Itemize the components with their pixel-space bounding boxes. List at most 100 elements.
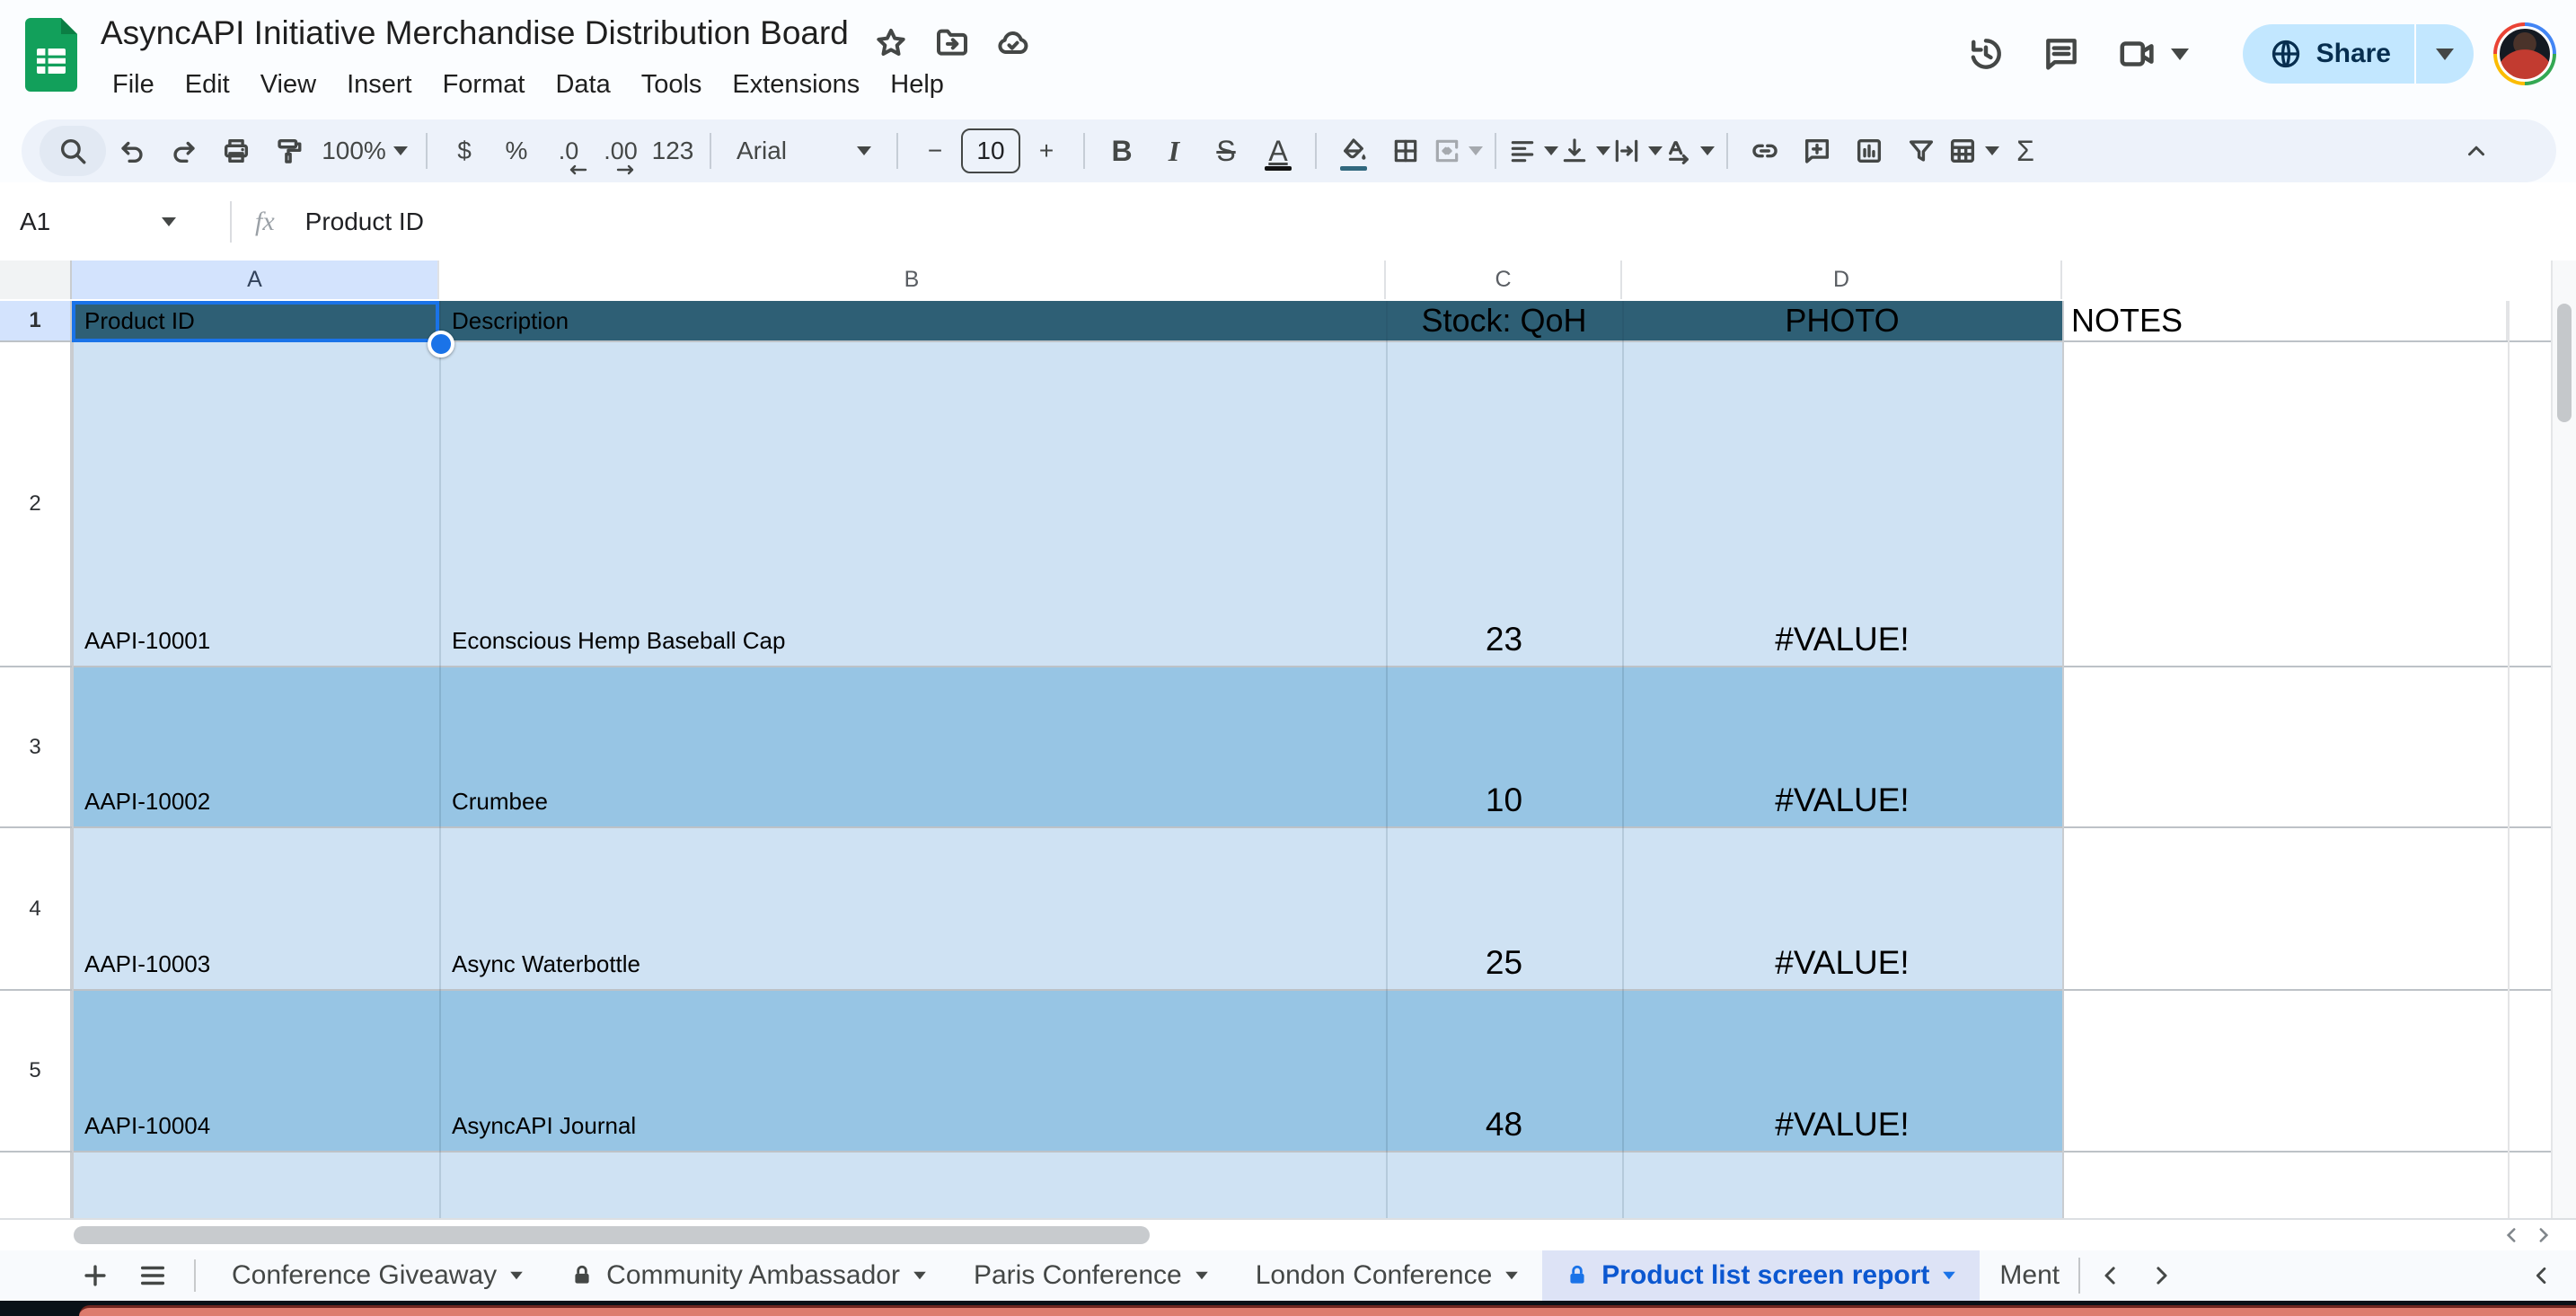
sheet-tab-product-list-screen-report[interactable]: Product list screen report [1542, 1250, 1981, 1301]
horizontal-scrollbar[interactable] [0, 1218, 2576, 1250]
decrease-decimal-button[interactable]: .0 [543, 126, 595, 176]
font-family-select[interactable]: Arial [722, 126, 886, 176]
formula-input[interactable]: Product ID [305, 208, 424, 236]
menu-extensions[interactable]: Extensions [717, 65, 875, 105]
cell-d4[interactable]: #VALUE! [1622, 828, 2062, 989]
menu-tools[interactable]: Tools [626, 65, 718, 105]
cloud-saved-icon[interactable] [995, 25, 1031, 61]
comments-icon[interactable] [2024, 18, 2099, 90]
format-percent-button[interactable]: % [490, 126, 543, 176]
vertical-scrollbar-thumb[interactable] [2557, 304, 2572, 422]
cell-d2[interactable]: #VALUE! [1622, 342, 2062, 666]
sheet-tab-conference-giveaway[interactable]: Conference Giveaway [208, 1250, 547, 1301]
insert-table-button[interactable] [1947, 126, 1999, 176]
vertical-align-button[interactable] [1559, 126, 1611, 176]
sheet-tab-caret-icon[interactable] [510, 1271, 523, 1280]
row-header-4[interactable]: 4 [0, 828, 72, 989]
cell-b4[interactable]: Async Waterbottle [439, 828, 1386, 989]
redo-button[interactable] [158, 126, 210, 176]
scroll-right-icon[interactable] [2531, 1223, 2554, 1247]
text-wrap-button[interactable] [1611, 126, 1663, 176]
strikethrough-button[interactable]: S [1200, 126, 1252, 176]
search-menus-button[interactable] [40, 126, 106, 176]
menu-edit[interactable]: Edit [170, 65, 245, 105]
row-header-3[interactable]: 3 [0, 667, 72, 826]
cell-c1[interactable]: Stock: QoH [1386, 301, 1622, 340]
insert-chart-button[interactable] [1843, 126, 1895, 176]
column-header-d[interactable]: D [1622, 261, 2062, 299]
paint-format-button[interactable] [262, 126, 314, 176]
account-avatar[interactable] [2493, 22, 2556, 85]
document-title[interactable]: AsyncAPI Initiative Merchandise Distribu… [101, 14, 849, 52]
share-button[interactable]: Share [2242, 24, 2474, 84]
cell-c4[interactable]: 25 [1386, 828, 1622, 989]
zoom-select[interactable]: 100% [314, 126, 415, 176]
column-header-c[interactable]: C [1386, 261, 1622, 299]
horizontal-scrollbar-thumb[interactable] [74, 1226, 1150, 1244]
insert-comment-button[interactable] [1791, 126, 1843, 176]
cell-a3[interactable]: AAPI-10002 [72, 667, 439, 826]
share-dropdown[interactable] [2416, 24, 2474, 84]
google-sheets-logo[interactable] [25, 18, 77, 92]
column-header-blank[interactable] [2062, 261, 2551, 299]
cell-a5[interactable]: AAPI-10004 [72, 991, 439, 1151]
row-header-5[interactable]: 5 [0, 991, 72, 1151]
cell-d5[interactable]: #VALUE! [1622, 991, 2062, 1151]
italic-button[interactable]: I [1148, 126, 1200, 176]
tab-scroll-left-button[interactable] [2086, 1250, 2136, 1301]
borders-button[interactable] [1380, 126, 1432, 176]
row-header-1[interactable]: 1 [0, 301, 72, 340]
cell-d1[interactable]: PHOTO [1622, 301, 2062, 340]
sheet-tab-mentorship-clipped[interactable]: Ment [1980, 1250, 2073, 1301]
sheet-tab-caret-icon[interactable] [913, 1271, 926, 1280]
all-sheets-button[interactable] [124, 1250, 181, 1301]
vertical-scrollbar[interactable] [2551, 261, 2576, 1218]
name-box-caret-icon[interactable] [162, 216, 176, 226]
sheet-tab-paris-conference[interactable]: Paris Conference [950, 1250, 1232, 1301]
menu-insert[interactable]: Insert [331, 65, 428, 105]
text-rotation-button[interactable] [1663, 126, 1716, 176]
sheet-tab-community-ambassador[interactable]: Community Ambassador [547, 1250, 950, 1301]
horizontal-align-button[interactable] [1507, 126, 1559, 176]
sheet-tab-caret-icon[interactable] [1195, 1271, 1208, 1280]
print-button[interactable] [210, 126, 262, 176]
cell-b2[interactable]: Econscious Hemp Baseball Cap [439, 342, 1386, 666]
font-size-input[interactable]: 10 [961, 126, 1020, 176]
text-color-button[interactable]: A [1252, 126, 1304, 176]
format-currency-button[interactable]: $ [438, 126, 490, 176]
menu-help[interactable]: Help [875, 65, 959, 105]
cell-d3[interactable]: #VALUE! [1622, 667, 2062, 826]
increase-decimal-button[interactable]: .00 [595, 126, 647, 176]
sheet-tab-caret-icon[interactable] [1505, 1271, 1519, 1280]
select-all-corner[interactable] [0, 261, 72, 299]
hide-toolbar-button[interactable] [2450, 126, 2502, 176]
menu-data[interactable]: Data [540, 65, 625, 105]
add-sheet-button[interactable] [66, 1250, 124, 1301]
scroll-left-icon[interactable] [2501, 1223, 2524, 1247]
merge-cells-button[interactable] [1432, 126, 1484, 176]
cell-c3[interactable]: 10 [1386, 667, 1622, 826]
name-box[interactable]: A1 [0, 208, 154, 236]
create-filter-button[interactable] [1895, 126, 1947, 176]
version-history-icon[interactable] [1948, 18, 2024, 90]
meet-video-icon[interactable] [2099, 18, 2207, 90]
undo-button[interactable] [106, 126, 158, 176]
side-panel-collapse-icon[interactable] [2517, 1250, 2567, 1301]
cell-b3[interactable]: Crumbee [439, 667, 1386, 826]
bold-button[interactable]: B [1096, 126, 1148, 176]
increase-font-size-button[interactable]: + [1020, 126, 1072, 176]
cell-b1[interactable]: Description [439, 301, 1386, 340]
cell-b5[interactable]: AsyncAPI Journal [439, 991, 1386, 1151]
menu-view[interactable]: View [245, 65, 331, 105]
spreadsheet-grid[interactable]: 1 Product ID Description Stock: QoH PHOT… [0, 301, 2551, 1218]
cell-a4[interactable]: AAPI-10003 [72, 828, 439, 989]
decrease-font-size-button[interactable]: − [909, 126, 961, 176]
column-header-a[interactable]: A [72, 261, 439, 299]
functions-button[interactable]: Σ [1999, 126, 2051, 176]
fill-handle[interactable] [428, 331, 454, 358]
more-formats-button[interactable]: 123 [647, 126, 699, 176]
sheet-tab-caret-icon[interactable] [1943, 1271, 1956, 1280]
menu-format[interactable]: Format [428, 65, 541, 105]
insert-link-button[interactable] [1739, 126, 1791, 176]
star-icon[interactable] [873, 25, 909, 61]
